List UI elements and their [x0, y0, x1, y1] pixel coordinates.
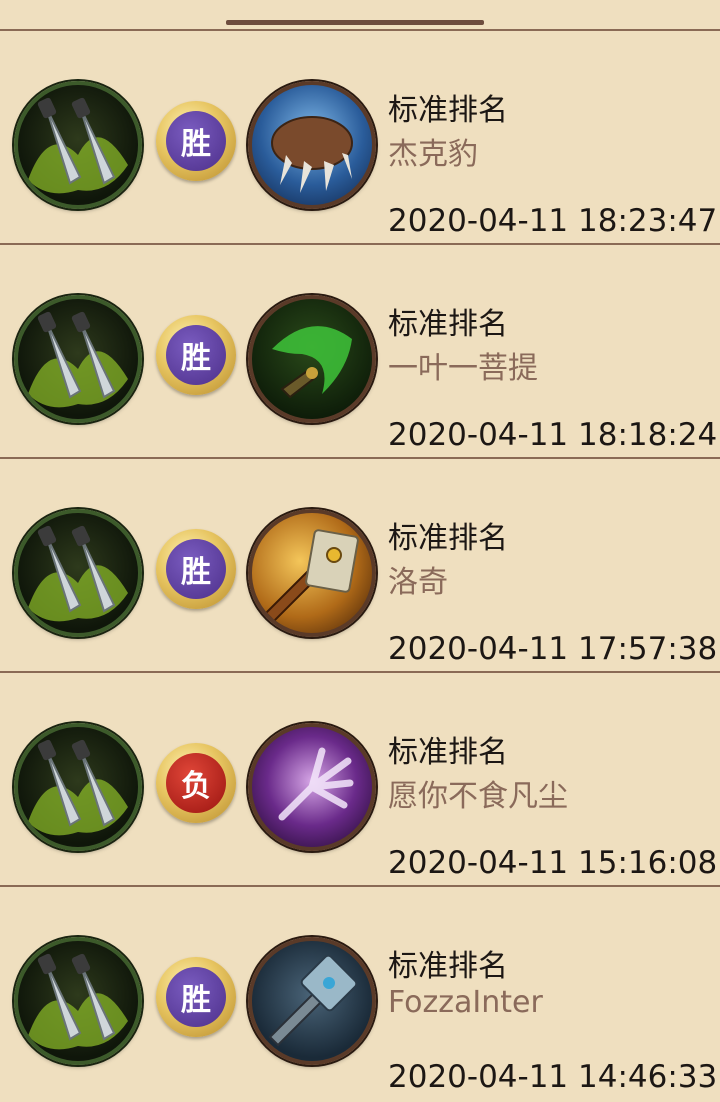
- game-mode-label: 标准排名: [388, 949, 508, 984]
- result-label: 胜: [166, 539, 226, 599]
- match-timestamp: 2020-04-11 15:16:08: [388, 845, 718, 881]
- opponent-name: 愿你不食凡尘: [388, 779, 568, 814]
- opponent-name: 杰克豹: [388, 137, 478, 172]
- game-mode-label: 标准排名: [388, 93, 508, 128]
- match-timestamp: 2020-04-11 14:46:33: [388, 1059, 718, 1095]
- match-row[interactable]: 胜 标准排名 FozzaInter 2020-04-11 14:46:33: [0, 887, 720, 1101]
- game-mode-label: 标准排名: [388, 521, 508, 556]
- opponent-name: FozzaInter: [388, 985, 543, 1020]
- twin-daggers-icon: [14, 509, 142, 637]
- result-badge: 胜: [156, 101, 236, 181]
- match-history-list: 胜 标准排名 杰克豹 2020-04-11 18:23:47 胜 标准排名 一叶…: [0, 31, 720, 1101]
- active-tab-indicator: [226, 20, 484, 25]
- match-row[interactable]: 胜 标准排名 一叶一菩提 2020-04-11 18:18:24: [0, 245, 720, 459]
- twin-daggers-icon: [14, 937, 142, 1065]
- match-row[interactable]: 胜 标准排名 洛奇 2020-04-11 17:57:38: [0, 459, 720, 673]
- result-label: 负: [166, 753, 226, 813]
- opponent-name: 洛奇: [388, 565, 448, 600]
- twin-daggers-icon: [14, 295, 142, 423]
- match-timestamp: 2020-04-11 17:57:38: [388, 631, 718, 667]
- shadow-hand-icon: [248, 723, 376, 851]
- golden-hammer-icon: [248, 509, 376, 637]
- beast-claw-icon: [248, 81, 376, 209]
- twin-daggers-icon: [14, 81, 142, 209]
- result-label: 胜: [166, 325, 226, 385]
- game-mode-label: 标准排名: [388, 735, 508, 770]
- tab-bar: [0, 0, 720, 31]
- match-row[interactable]: 胜 标准排名 杰克豹 2020-04-11 18:23:47: [0, 31, 720, 245]
- result-label: 胜: [166, 111, 226, 171]
- twin-daggers-icon: [14, 723, 142, 851]
- result-badge: 胜: [156, 529, 236, 609]
- result-label: 胜: [166, 967, 226, 1027]
- result-badge: 胜: [156, 957, 236, 1037]
- frost-hammer-icon: [248, 937, 376, 1065]
- game-mode-label: 标准排名: [388, 307, 508, 342]
- opponent-name: 一叶一菩提: [388, 351, 538, 386]
- green-scythe-icon: [248, 295, 376, 423]
- result-badge: 负: [156, 743, 236, 823]
- match-timestamp: 2020-04-11 18:18:24: [388, 417, 718, 453]
- match-timestamp: 2020-04-11 18:23:47: [388, 203, 718, 239]
- match-row[interactable]: 负 标准排名 愿你不食凡尘 2020-04-11 15:16:08: [0, 673, 720, 887]
- result-badge: 胜: [156, 315, 236, 395]
